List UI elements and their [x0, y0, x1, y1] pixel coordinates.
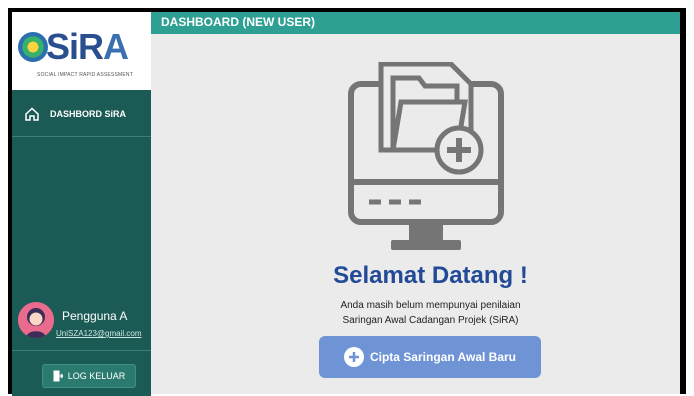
logo-mark-icon — [18, 32, 48, 62]
computer-folder-add-icon — [348, 62, 504, 250]
home-icon — [25, 107, 39, 121]
page-title: DASHBOARD (NEW USER) — [161, 15, 315, 29]
description-line: Anda masih belum mempunyai penilaian — [340, 300, 521, 311]
main-content: Selamat Datang ! Anda masih belum mempun… — [151, 34, 680, 394]
user-name: Pengguna A — [62, 309, 128, 323]
welcome-heading: Selamat Datang ! — [333, 262, 528, 289]
avatar — [18, 302, 54, 338]
sidebar: SiRA SOCIAL IMPACT RAPID ASSESSMENT DASH… — [12, 12, 151, 396]
create-button-label: Cipta Saringan Awal Baru — [369, 350, 517, 364]
logout-label: LOG KELUAR — [67, 371, 126, 381]
logo: SiRA SOCIAL IMPACT RAPID ASSESSMENT — [12, 12, 151, 90]
logout-icon — [53, 370, 63, 382]
avatar-icon — [18, 302, 54, 338]
sidebar-item-label: DASHBORD SiRA — [50, 109, 127, 119]
description-line: Saringan Awal Cadangan Projek (SiRA) — [342, 315, 519, 326]
header-bar: DASHBOARD (NEW USER) — [151, 12, 680, 34]
logo-text: SiR — [46, 26, 104, 67]
logo-subtitle: SOCIAL IMPACT RAPID ASSESSMENT — [37, 72, 133, 78]
user-email[interactable]: UniSZA123@gmail.com — [56, 329, 141, 338]
logout-button[interactable]: LOG KELUAR — [42, 364, 136, 388]
divider — [12, 136, 151, 137]
divider — [12, 350, 151, 351]
logo-text-accent: A — [103, 26, 129, 67]
create-screening-button[interactable]: Cipta Saringan Awal Baru — [319, 336, 541, 378]
sidebar-item-dashboard[interactable]: DASHBORD SiRA — [12, 98, 151, 130]
welcome-description: Anda masih belum mempunyai penilaian Sar… — [151, 298, 694, 328]
plus-circle-icon — [343, 347, 364, 367]
